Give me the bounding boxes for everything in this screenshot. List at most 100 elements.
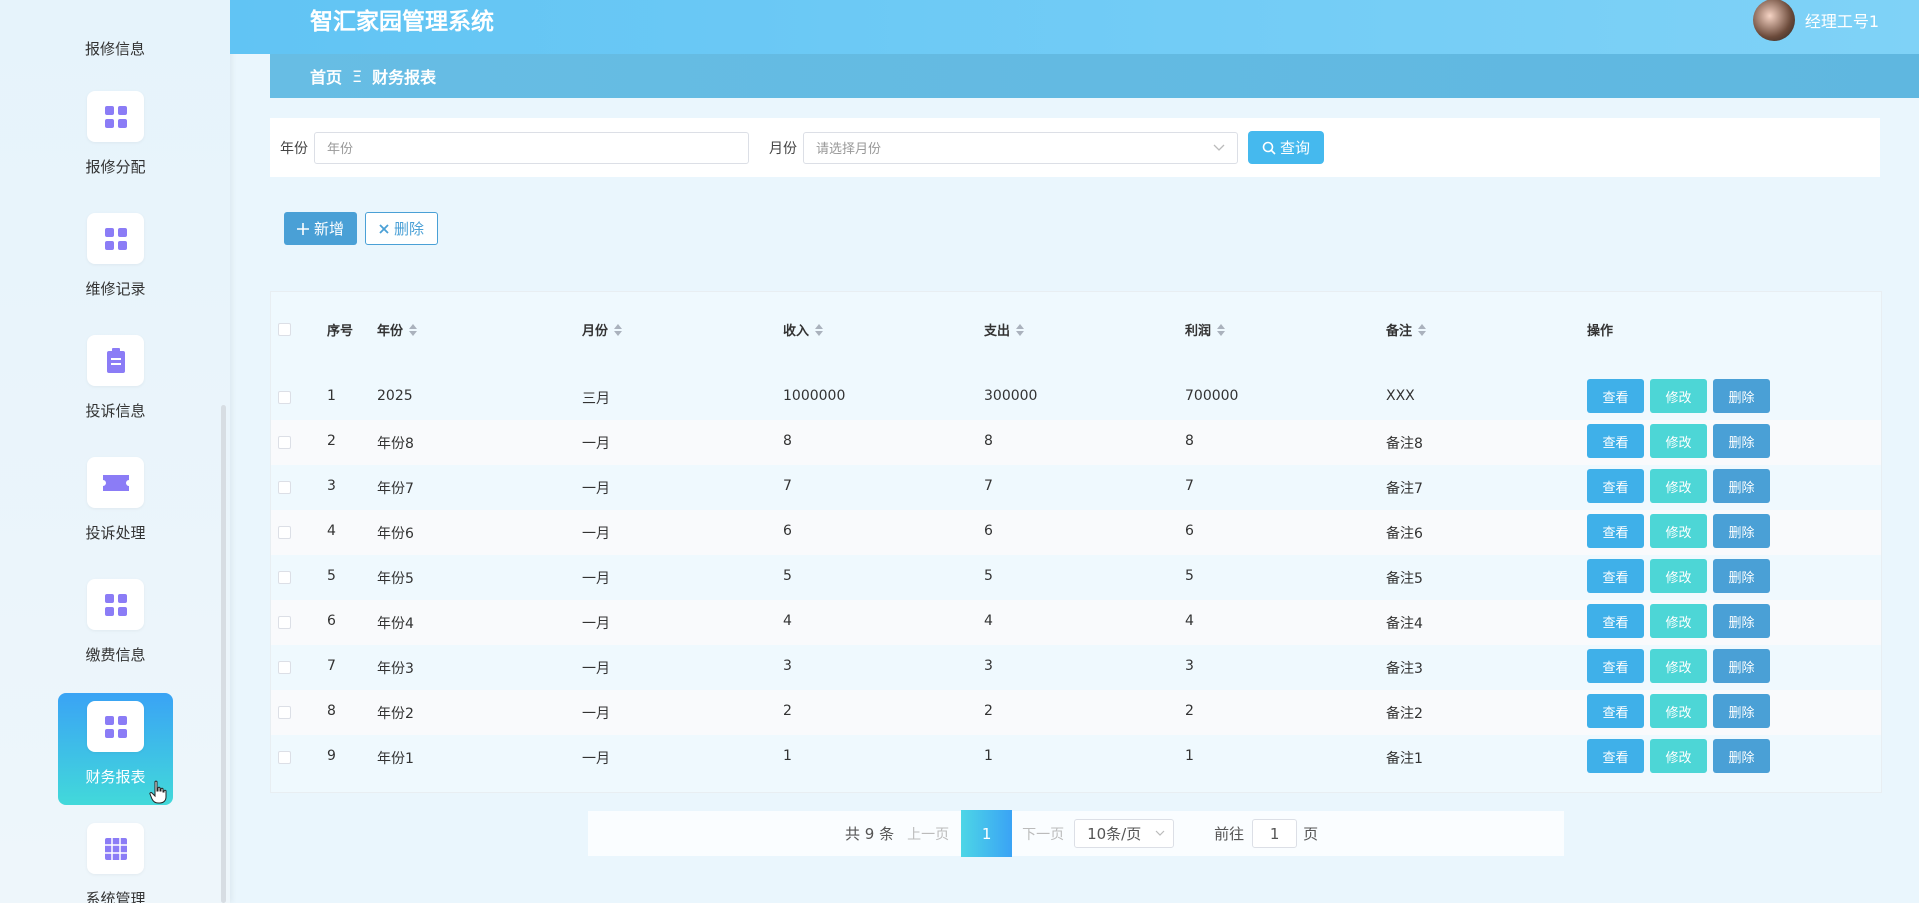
user-menu[interactable]: 经理工号1 (1752, 0, 1879, 41)
sidebar-item-label: 报修分配 (85, 158, 146, 176)
cell-index: 4 (327, 523, 336, 539)
sidebar-item-repair-assign[interactable]: 报修分配 (58, 83, 173, 195)
add-button[interactable]: 新增 (284, 212, 357, 245)
edit-button[interactable]: 修改 (1650, 649, 1707, 683)
year-input[interactable]: 年份 (314, 131, 749, 164)
app-title: 智汇家园管理系统 (310, 9, 494, 35)
table-row[interactable]: 6 年份4 一月 4 4 4 备注4 查看 修改 删除 (271, 600, 1881, 645)
goto-unit: 页 (1303, 825, 1319, 843)
cell-month: 一月 (582, 571, 610, 587)
sidebar-item-system-admin[interactable]: 系统管理 (58, 815, 173, 903)
edit-button[interactable]: 修改 (1650, 514, 1707, 548)
table-row[interactable]: 2 年份8 一月 8 8 8 备注8 查看 修改 删除 (271, 420, 1881, 465)
delete-button[interactable]: 删除 (1713, 469, 1770, 503)
row-checkbox[interactable] (278, 661, 291, 674)
sidebar-item-complaint-info[interactable]: 投诉信息 (58, 327, 173, 439)
row-checkbox[interactable] (278, 481, 291, 494)
delete-button[interactable]: 删除 (1713, 739, 1770, 773)
query-button-label: 查询 (1279, 139, 1310, 157)
table-row[interactable]: 5 年份5 一月 5 5 5 备注5 查看 修改 删除 (271, 555, 1881, 600)
plus-icon (296, 222, 309, 235)
cell-income: 4 (783, 613, 792, 629)
table-row[interactable]: 4 年份6 一月 6 6 6 备注6 查看 修改 删除 (271, 510, 1881, 555)
edit-button[interactable]: 修改 (1650, 379, 1707, 413)
breadcrumb-home[interactable]: 首页 (310, 64, 342, 88)
col-income[interactable]: 收入 (783, 320, 824, 339)
view-button[interactable]: 查看 (1587, 469, 1644, 503)
month-select[interactable]: 请选择月份 (803, 131, 1238, 164)
table-row[interactable]: 3 年份7 一月 7 7 7 备注7 查看 修改 删除 (271, 465, 1881, 510)
sidebar-item-label: 维修记录 (85, 280, 146, 298)
page-size-select[interactable]: 10条/页 (1074, 819, 1175, 848)
cell-year: 年份7 (377, 481, 414, 497)
sidebar-item-repair-records[interactable]: 维修记录 (58, 205, 173, 317)
cell-expense: 7 (984, 478, 993, 494)
row-checkbox[interactable] (278, 706, 291, 719)
table-row[interactable]: 1 2025 三月 1000000 300000 700000 XXX 查看 修改 删除 (271, 375, 1881, 420)
cell-index: 3 (327, 478, 336, 494)
row-checkbox[interactable] (278, 616, 291, 629)
view-button[interactable]: 查看 (1587, 649, 1644, 683)
view-button[interactable]: 查看 (1587, 514, 1644, 548)
row-checkbox[interactable] (278, 526, 291, 539)
col-note[interactable]: 备注 (1386, 320, 1427, 339)
sidebar-item-label: 缴费信息 (85, 646, 146, 664)
delete-button-label: 删除 (393, 220, 424, 238)
prev-page-button[interactable]: 上一页 (907, 824, 949, 844)
edit-button[interactable]: 修改 (1650, 469, 1707, 503)
batch-delete-button[interactable]: 删除 (365, 212, 438, 245)
sort-icon (815, 323, 824, 336)
avatar[interactable] (1752, 0, 1795, 41)
cell-note: 备注8 (1386, 436, 1423, 452)
edit-button[interactable]: 修改 (1650, 604, 1707, 638)
view-button[interactable]: 查看 (1587, 559, 1644, 593)
table-row[interactable]: 8 年份2 一月 2 2 2 备注2 查看 修改 删除 (271, 690, 1881, 735)
delete-button[interactable]: 删除 (1713, 379, 1770, 413)
breadcrumb-separator: Ξ (352, 66, 363, 86)
col-profit[interactable]: 利润 (1185, 320, 1226, 339)
row-checkbox[interactable] (278, 751, 291, 764)
delete-button[interactable]: 删除 (1713, 649, 1770, 683)
sidebar-item-payment-info[interactable]: 缴费信息 (58, 571, 173, 683)
select-all-checkbox[interactable] (278, 323, 291, 336)
delete-button[interactable]: 删除 (1713, 559, 1770, 593)
edit-button[interactable]: 修改 (1650, 424, 1707, 458)
sidebar-scrollbar[interactable] (221, 405, 226, 903)
delete-button[interactable]: 删除 (1713, 604, 1770, 638)
cell-month: 一月 (582, 751, 610, 767)
edit-button[interactable]: 修改 (1650, 694, 1707, 728)
cell-index: 7 (327, 658, 336, 674)
cell-month: 一月 (582, 526, 610, 542)
cell-year: 年份8 (377, 436, 414, 452)
goto-page-input[interactable]: 1 (1252, 819, 1298, 848)
row-checkbox[interactable] (278, 436, 291, 449)
sidebar-item-complaint-handling[interactable]: 投诉处理 (58, 449, 173, 561)
col-month[interactable]: 月份 (582, 320, 623, 339)
view-button[interactable]: 查看 (1587, 739, 1644, 773)
col-index: 序号 (327, 324, 354, 339)
user-name[interactable]: 经理工号1 (1805, 8, 1879, 32)
next-page-button[interactable]: 下一页 (1022, 824, 1064, 844)
sidebar-item-repair-info[interactable]: 报修信息 (85, 38, 145, 59)
row-checkbox[interactable] (278, 391, 291, 404)
edit-button[interactable]: 修改 (1650, 739, 1707, 773)
delete-button[interactable]: 删除 (1713, 424, 1770, 458)
table-row[interactable]: 9 年份1 一月 1 1 1 备注1 查看 修改 删除 (271, 735, 1881, 780)
edit-button[interactable]: 修改 (1650, 559, 1707, 593)
cell-expense: 6 (984, 523, 993, 539)
view-button[interactable]: 查看 (1587, 694, 1644, 728)
row-checkbox[interactable] (278, 571, 291, 584)
col-year[interactable]: 年份 (377, 320, 418, 339)
cell-expense: 4 (984, 613, 993, 629)
delete-button[interactable]: 删除 (1713, 514, 1770, 548)
page-number-current[interactable]: 1 (961, 810, 1013, 857)
view-button[interactable]: 查看 (1587, 379, 1644, 413)
add-button-label: 新增 (313, 220, 344, 238)
col-expense[interactable]: 支出 (984, 320, 1025, 339)
month-placeholder: 请选择月份 (816, 142, 882, 157)
view-button[interactable]: 查看 (1587, 424, 1644, 458)
view-button[interactable]: 查看 (1587, 604, 1644, 638)
query-button[interactable]: 查询 (1248, 131, 1324, 164)
delete-button[interactable]: 删除 (1713, 694, 1770, 728)
table-row[interactable]: 7 年份3 一月 3 3 3 备注3 查看 修改 删除 (271, 645, 1881, 690)
